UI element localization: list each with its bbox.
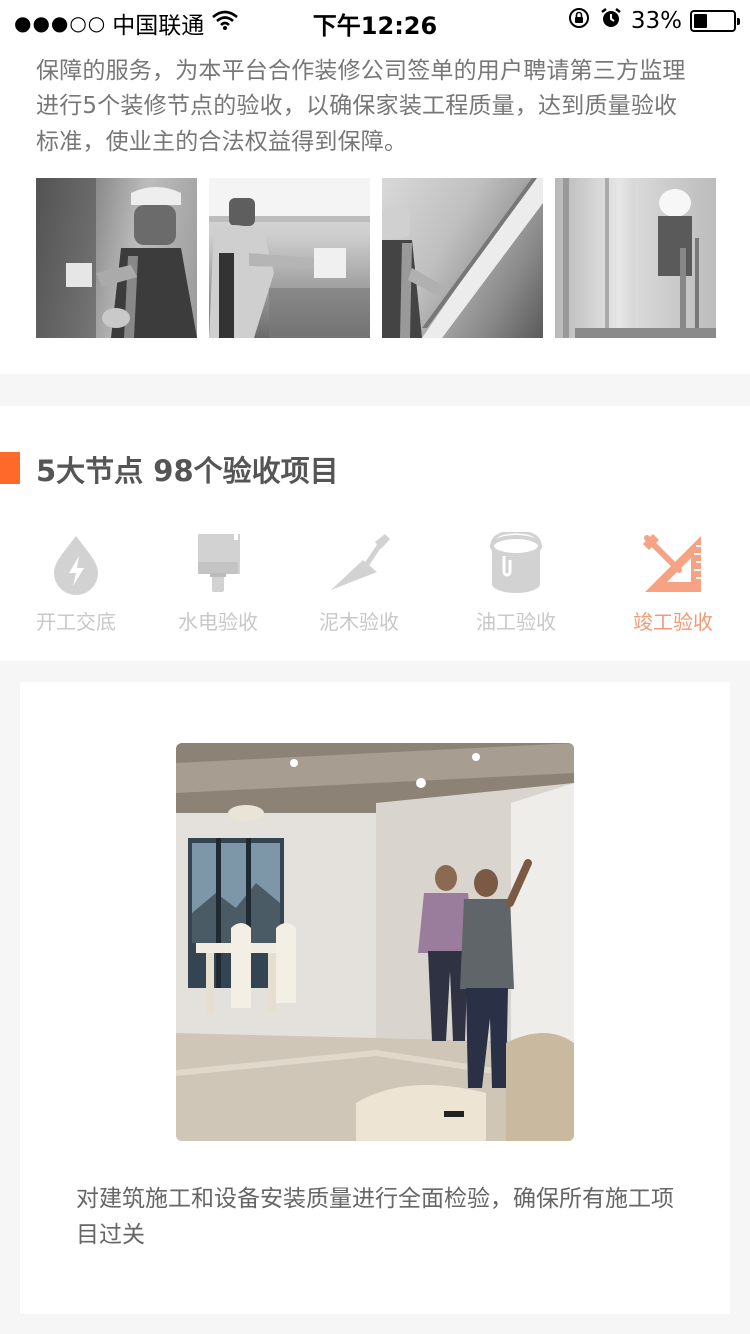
intro-line-1: 保障的服务，为本平台合作装修公司签单的用户聘请第三方监理 xyxy=(36,57,686,84)
node-label: 水电验收 xyxy=(178,610,258,634)
page: 保障的服务，为本平台合作装修公司签单的用户聘请第三方监理 进行5个装修节点的验收… xyxy=(0,0,750,1334)
battery-percent: 33% xyxy=(630,7,682,34)
orientation-lock-icon xyxy=(567,6,591,35)
inspector-checking-kitchen-photo[interactable] xyxy=(209,178,370,338)
paint-bucket-icon xyxy=(490,532,542,593)
node-detail-card: 对建筑施工和设备安装质量进行全面检验，确保所有施工项目过关 xyxy=(20,682,730,1314)
trowel-icon xyxy=(331,534,390,590)
node-label: 竣工验收 xyxy=(633,610,713,634)
ruler-square-icon xyxy=(643,534,701,592)
node-masonry-carpentry[interactable]: 泥木验收 xyxy=(299,532,419,635)
section-title-accent xyxy=(0,452,20,484)
status-bar-right: 33% xyxy=(567,6,740,35)
inspector-checking-bathroom-photo[interactable] xyxy=(555,178,716,338)
node-label: 开工交底 xyxy=(36,610,116,634)
acceptance-nodes-section: 5大节点 98个验收项目 开工交底 水电验收 泥木验收 油工验收 竣工验收 xyxy=(0,406,750,661)
alarm-icon xyxy=(599,6,623,35)
intro-line-3: 标准，使业主的合法权益得到保障。 xyxy=(36,128,408,155)
section-title: 5大节点 98个验收项目 xyxy=(36,454,339,488)
water-drop-icon xyxy=(54,536,98,595)
inspection-photo-row xyxy=(36,178,716,338)
node-start-briefing[interactable]: 开工交底 xyxy=(16,532,136,635)
inspector-checking-switch-photo[interactable] xyxy=(36,178,197,338)
completion-inspection-room-photo[interactable] xyxy=(176,743,574,1141)
inspector-checking-wall-photo[interactable] xyxy=(382,178,543,338)
node-label: 泥木验收 xyxy=(319,610,399,634)
node-plumbing-electrical[interactable]: 水电验收 xyxy=(158,532,278,635)
intro-section: 保障的服务，为本平台合作装修公司签单的用户聘请第三方监理 进行5个装修节点的验收… xyxy=(0,0,750,374)
paint-brush-icon xyxy=(198,534,240,592)
node-painting[interactable]: 油工验收 xyxy=(456,532,576,635)
node-completion[interactable]: 竣工验收 xyxy=(613,532,733,635)
battery-icon xyxy=(690,9,740,32)
status-bar: ●●●○○ 中国联通 下午12:26 33% xyxy=(0,0,750,40)
battery-level xyxy=(694,13,707,28)
node-label: 油工验收 xyxy=(476,610,556,634)
intro-line-2: 进行5个装修节点的验收，以确保家装工程质量，达到质量验收 xyxy=(36,93,678,119)
node-description: 对建筑施工和设备安装质量进行全面检验，确保所有施工项目过关 xyxy=(76,1186,674,1248)
